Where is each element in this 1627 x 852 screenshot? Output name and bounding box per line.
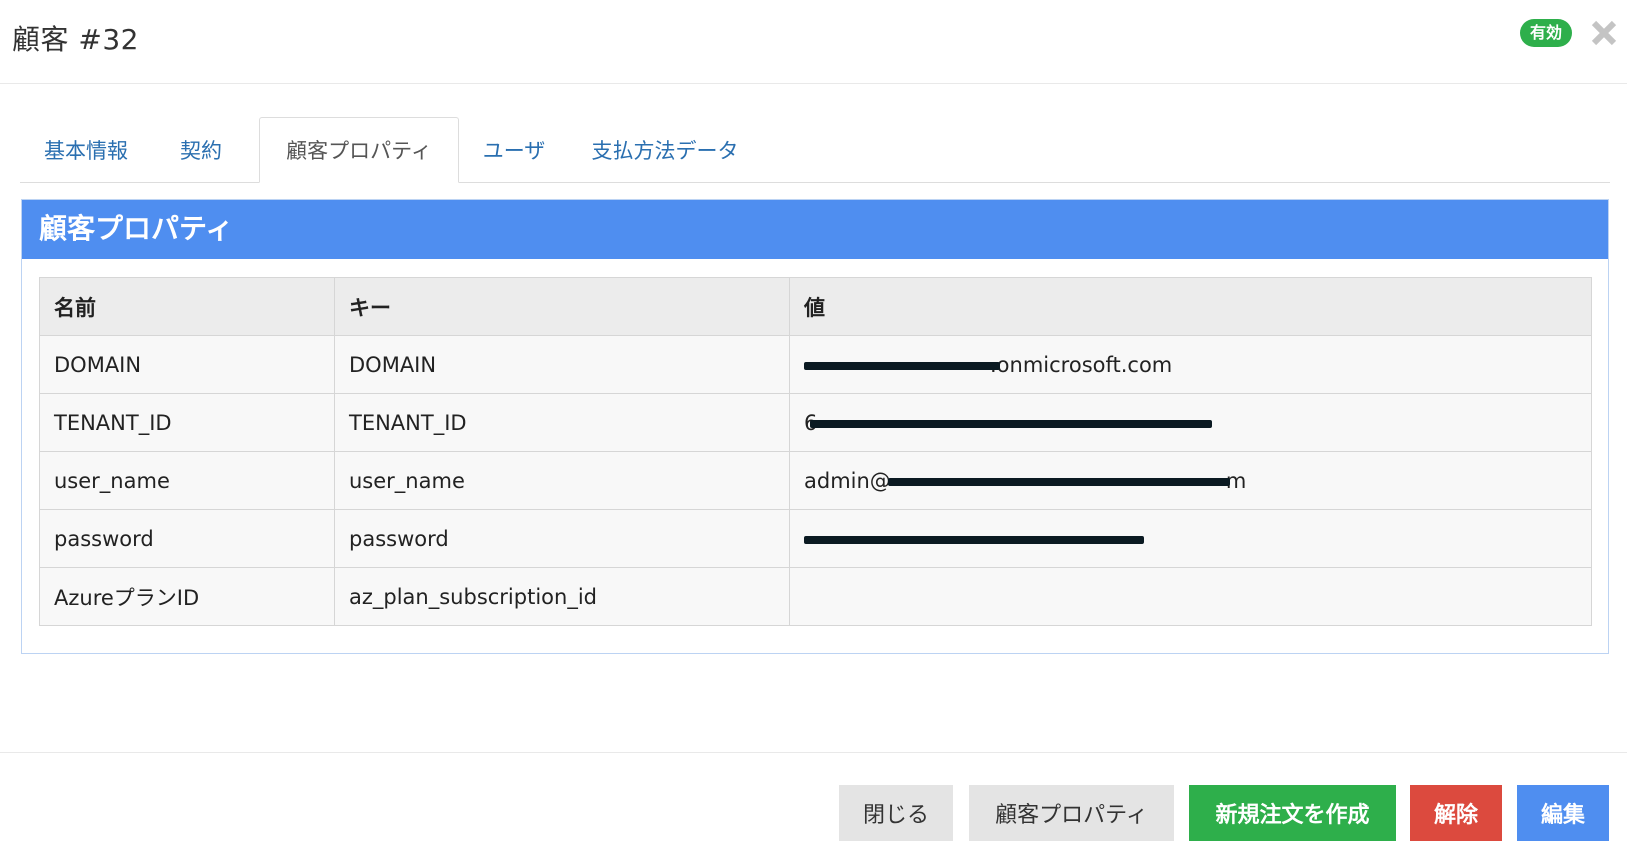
table-row: password password [39,509,1592,568]
status-badge: 有効 [1520,19,1573,47]
table-row: user_name user_name admin@ m [39,451,1592,510]
properties-panel: 顧客プロパティ 名前 キー 値 DOMAIN DOMAIN .onmicroso… [21,199,1609,654]
cell-value: 6 [789,393,1592,452]
cell-name: TENANT_ID [39,393,335,452]
cell-name: user_name [39,451,335,510]
redaction-bar [888,477,1230,486]
redacted-value [804,527,1144,551]
column-header-value: 値 [789,277,1592,336]
cell-value [789,567,1592,626]
redaction-bar [810,419,1212,428]
page-title: 顧客 #32 [12,23,139,56]
cancel-subscription-button[interactable]: 解除 [1410,785,1502,841]
tab-users[interactable]: ユーザ [466,117,562,182]
tab-customer-properties[interactable]: 顧客プロパティ [259,117,459,183]
cell-name: AzureプランID [39,567,335,626]
footer-divider [0,752,1627,753]
create-new-order-button[interactable]: 新規注文を作成 [1189,785,1396,841]
panel-title: 顧客プロパティ [22,200,1608,259]
redacted-value: .onmicrosoft.com [804,353,1172,377]
redaction-bar [804,535,1144,544]
cell-key: password [334,509,790,568]
cell-key: TENANT_ID [334,393,790,452]
customer-modal: 顧客 #32 有効 基本情報 契約 顧客プロパティ ユーザ 支払方法データ 顧客… [0,0,1627,852]
column-header-key: キー [334,277,790,336]
cell-name: password [39,509,335,568]
edit-button[interactable]: 編集 [1517,785,1609,841]
table-row: DOMAIN DOMAIN .onmicrosoft.com [39,335,1592,394]
redaction-bar [804,361,1000,370]
customer-properties-button[interactable]: 顧客プロパティ [969,785,1174,841]
cell-key: user_name [334,451,790,510]
close-icon[interactable] [1588,17,1620,49]
tab-contract[interactable]: 契約 [158,117,244,182]
cell-key: DOMAIN [334,335,790,394]
cell-key: az_plan_subscription_id [334,567,790,626]
redacted-value: 6 [804,411,1212,435]
modal-header: 顧客 #32 有効 [0,0,1627,84]
column-header-name: 名前 [39,277,335,336]
table-row: TENANT_ID TENANT_ID 6 [39,393,1592,452]
cell-value: .onmicrosoft.com [789,335,1592,394]
table-row: AzureプランID az_plan_subscription_id [39,567,1592,626]
cell-value: admin@ m [789,451,1592,510]
cell-value [789,509,1592,568]
tab-payment-data[interactable]: 支払方法データ [580,117,750,182]
redacted-value: admin@ m [804,469,1246,493]
value-suffix: .onmicrosoft.com [990,352,1173,377]
value-prefix: admin@ [804,468,891,493]
cell-name: DOMAIN [39,335,335,394]
properties-table: 名前 キー 値 DOMAIN DOMAIN .onmicrosoft.com T… [39,277,1592,626]
close-button[interactable]: 閉じる [839,785,953,841]
table-header-row: 名前 キー 値 [39,277,1592,336]
tab-basic-info[interactable]: 基本情報 [20,117,152,182]
tab-bar: 基本情報 契約 顧客プロパティ ユーザ 支払方法データ [20,117,1610,183]
